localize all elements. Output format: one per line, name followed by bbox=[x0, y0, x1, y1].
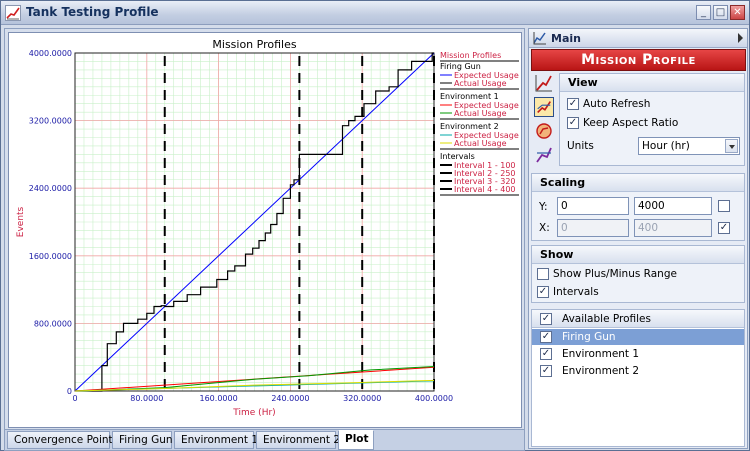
profile-label: Firing Gun bbox=[562, 331, 616, 343]
available-profiles-label: Available Profiles bbox=[562, 313, 651, 325]
y-tick-label: 2400.0000 bbox=[29, 184, 72, 193]
y-tick-label: 4000.0000 bbox=[29, 49, 72, 58]
x-tick-label: 240.0000 bbox=[271, 394, 309, 403]
y-axis-label: Y: bbox=[539, 201, 548, 213]
window-title: Tank Testing Profile bbox=[26, 5, 159, 19]
x-max-input[interactable]: 400 bbox=[634, 219, 712, 237]
maximize-button[interactable]: □ bbox=[713, 5, 728, 20]
list-item[interactable]: ✓ Environment 2 bbox=[532, 363, 744, 379]
plus-minus-checkbox[interactable] bbox=[537, 268, 549, 280]
tab-environment-2[interactable]: Environment 2 bbox=[256, 431, 340, 449]
close-button[interactable]: ✕ bbox=[730, 5, 745, 20]
scaling-section: Scaling Y: 0 4000 X: 0 400 ✓ bbox=[531, 173, 745, 241]
mission-profiles-chart: Mission Profiles 0 800.0000 1600.0000 2400.0… bbox=[16, 38, 519, 418]
x-tick-label: 0 bbox=[72, 394, 77, 403]
x-tick-label: 320.0000 bbox=[343, 394, 381, 403]
app-window: Tank Testing Profile _ □ ✕ Mission Profi… bbox=[0, 0, 750, 451]
mission-profile-banner: Mission Profile bbox=[531, 49, 746, 71]
y-max-input[interactable]: 4000 bbox=[634, 197, 712, 215]
all-profiles-checkbox[interactable]: ✓ bbox=[540, 313, 552, 325]
y-tick-label: 1600.0000 bbox=[29, 252, 72, 261]
x-axis-label: X: bbox=[539, 222, 550, 234]
auto-refresh-checkbox[interactable]: ✓ bbox=[567, 98, 579, 110]
chart-title: Mission Profiles bbox=[212, 38, 296, 51]
chevron-down-icon[interactable] bbox=[725, 139, 738, 153]
y-tick-label: 3200.0000 bbox=[29, 117, 72, 126]
intervals-label: Intervals bbox=[553, 286, 599, 298]
list-item[interactable]: ✓ Firing Gun bbox=[532, 329, 744, 345]
chart-app-icon bbox=[5, 5, 21, 21]
tab-environment-1[interactable]: Environment 1 bbox=[174, 431, 258, 449]
y-auto-checkbox[interactable] bbox=[718, 200, 730, 212]
x-auto-checkbox[interactable]: ✓ bbox=[718, 222, 730, 234]
profile-label: Environment 2 bbox=[562, 365, 640, 377]
intervals-checkbox[interactable]: ✓ bbox=[537, 286, 549, 298]
available-profiles-list: ✓ Available Profiles ✓ Firing Gun ✓ Envi… bbox=[531, 309, 745, 447]
keep-aspect-checkbox[interactable]: ✓ bbox=[567, 117, 579, 129]
available-profiles-header: ✓ Available Profiles bbox=[532, 310, 744, 328]
expand-arrow-icon[interactable] bbox=[738, 33, 743, 43]
main-header[interactable]: Main bbox=[529, 29, 747, 48]
plus-minus-label: Show Plus/Minus Range bbox=[553, 268, 677, 280]
y-tick-label: 800.0000 bbox=[34, 319, 72, 328]
legend-item-label: Interval 4 - 400 bbox=[454, 185, 516, 194]
legend-item-label: Actual Usage bbox=[454, 109, 507, 118]
profile-checkbox[interactable]: ✓ bbox=[540, 365, 552, 377]
legend-group-name: Firing Gun bbox=[440, 62, 481, 71]
minimize-button[interactable]: _ bbox=[696, 5, 711, 20]
x-tick-label: 160.0000 bbox=[200, 394, 238, 403]
plot-area[interactable]: Mission Profiles 0 800.0000 1600.0000 2400.0… bbox=[8, 32, 522, 428]
show-section-title: Show bbox=[532, 246, 744, 264]
auto-refresh-label: Auto Refresh bbox=[583, 98, 651, 110]
units-value: Hour (hr) bbox=[642, 140, 690, 152]
scaling-section-title: Scaling bbox=[532, 174, 744, 192]
legend-item-label: Actual Usage bbox=[454, 139, 507, 148]
units-label: Units bbox=[567, 140, 594, 152]
plot-type-2-icon[interactable] bbox=[534, 97, 554, 117]
legend-title: Mission Profiles bbox=[440, 51, 501, 60]
plot-type-3-icon[interactable] bbox=[534, 121, 554, 141]
plot-pane: Mission Profiles 0 800.0000 1600.0000 2400.0… bbox=[4, 28, 525, 451]
profile-label: Environment 1 bbox=[562, 348, 640, 360]
tab-convergence-points[interactable]: Convergence Points bbox=[7, 431, 118, 449]
plot-type-4-icon[interactable] bbox=[534, 145, 554, 165]
list-item[interactable]: ✓ Environment 1 bbox=[532, 346, 744, 362]
y-axis-label: Events bbox=[16, 206, 26, 237]
x-axis-label: Time (Hr) bbox=[232, 408, 275, 418]
plot-icon bbox=[533, 32, 546, 45]
legend-group-name: Environment 1 bbox=[440, 92, 499, 101]
x-tick-label: 400.0000 bbox=[415, 394, 453, 403]
y-min-input[interactable]: 0 bbox=[557, 197, 629, 215]
units-select[interactable]: Hour (hr) bbox=[638, 137, 740, 155]
profile-checkbox[interactable]: ✓ bbox=[540, 348, 552, 360]
x-min-input[interactable]: 0 bbox=[557, 219, 629, 237]
view-section-title: View bbox=[560, 74, 744, 92]
tab-bar: Convergence Points Firing Gun Environmen… bbox=[5, 429, 524, 450]
tab-firing-gun[interactable]: Firing Gun bbox=[112, 431, 173, 449]
tab-plot[interactable]: Plot bbox=[338, 430, 374, 450]
legend-group-name: Environment 2 bbox=[440, 122, 499, 131]
legend-group-name: Intervals bbox=[440, 152, 475, 161]
y-tick-label: 0 bbox=[67, 387, 72, 396]
keep-aspect-label: Keep Aspect Ratio bbox=[583, 117, 679, 129]
show-section: Show Show Plus/Minus Range ✓ Intervals bbox=[531, 245, 745, 303]
view-section: View ✓ Auto Refresh ✓ Keep Aspect Ratio … bbox=[559, 73, 745, 166]
plot-type-1-icon[interactable] bbox=[534, 73, 554, 93]
x-tick-label: 80.0000 bbox=[130, 394, 163, 403]
main-header-label: Main bbox=[551, 32, 581, 45]
control-panel: Main Mission Profile View ✓ Auto Refresh… bbox=[528, 28, 748, 449]
profile-checkbox[interactable]: ✓ bbox=[540, 331, 552, 343]
legend-item-label: Actual Usage bbox=[454, 79, 507, 88]
title-bar: Tank Testing Profile _ □ ✕ bbox=[1, 1, 749, 25]
